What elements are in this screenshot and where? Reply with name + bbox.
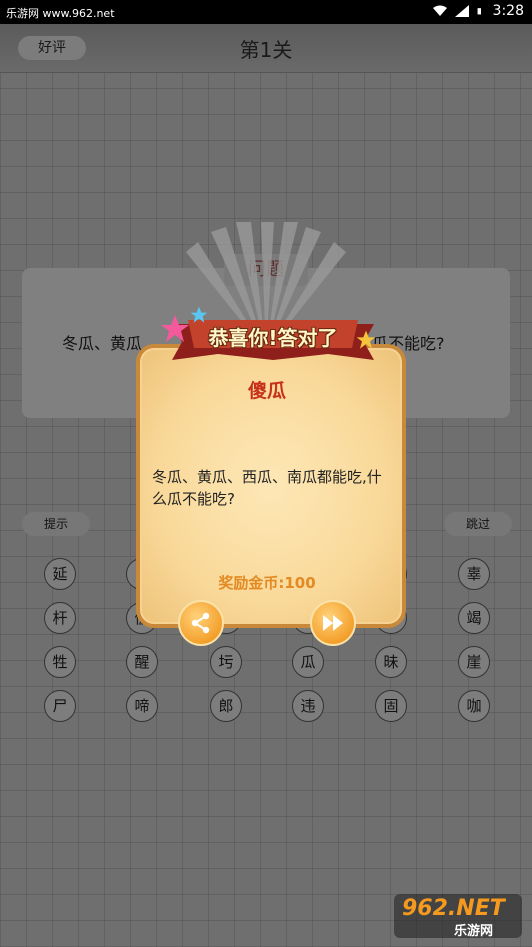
char-tile[interactable]: 醒 [126,646,158,678]
watermark-sub: 乐游网 [454,924,494,939]
char-tile[interactable]: 尸 [44,690,76,722]
char-tile[interactable]: 昧 [375,646,407,678]
wifi-icon [432,5,447,16]
share-icon [191,612,210,634]
char-tile[interactable]: 竭 [458,602,490,634]
char-tile[interactable]: 延 [44,558,76,590]
watermark-brand: 962.NET [402,896,505,921]
hint-button[interactable]: 提示 [22,512,90,536]
fast-forward-icon [323,615,343,631]
level-title: 第1关 [239,38,293,62]
dialog-question-text: 冬瓜、黄瓜、西瓜、南瓜都能吃,什么瓜不能吃? [152,468,382,508]
char-tile[interactable]: 圬 [210,646,242,678]
battery-icon [477,8,481,15]
status-source-text: 乐游网 www.962.net [6,7,115,20]
dialog-banner-text: 恭喜你!答对了 [208,326,338,350]
char-tile[interactable]: 郎 [210,690,242,722]
char-tile[interactable]: 啼 [126,690,158,722]
char-tile[interactable]: 违 [292,690,324,722]
site-watermark: 962.NET 乐游网 [392,890,524,942]
status-bar: 乐游网 www.962.net 3:28 [0,0,532,24]
char-tile[interactable]: 崖 [458,646,490,678]
question-text-left: 冬瓜、黄瓜 [62,334,143,353]
char-tile[interactable]: 咖 [458,690,490,722]
next-button[interactable] [310,600,356,646]
char-tile[interactable]: 辜 [458,558,490,590]
char-tile[interactable]: 杆 [44,602,76,634]
reward-text: 奖励金币:100 [218,574,316,592]
status-time: 3:28 [492,3,524,19]
char-tile[interactable]: 瓜 [292,646,324,678]
char-tile[interactable]: 牲 [44,646,76,678]
skip-button[interactable]: 跳过 [444,512,512,536]
answer-text: 傻瓜 [247,380,286,402]
char-tile[interactable]: 固 [375,690,407,722]
share-button[interactable] [178,600,224,646]
signal-icon [454,5,469,17]
